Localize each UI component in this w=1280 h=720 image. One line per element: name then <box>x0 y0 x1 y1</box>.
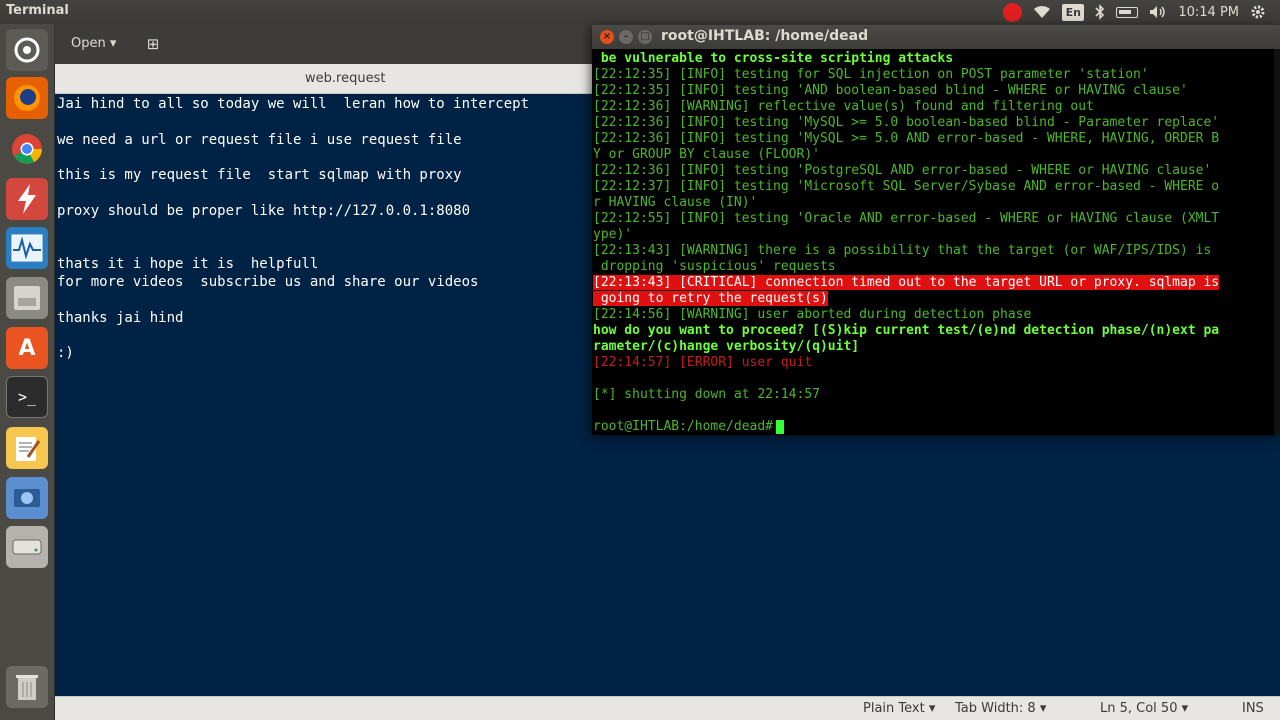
terminal-cursor <box>776 419 785 434</box>
terminal-line-text: dropping 'suspicious' requests <box>593 259 836 274</box>
terminal-line-text: be vulnerable to cross-site scripting at… <box>593 51 954 66</box>
chrome-icon[interactable] <box>6 128 48 170</box>
minimize-window-icon[interactable]: – <box>619 30 633 44</box>
screenshot-icon[interactable] <box>6 477 48 519</box>
terminal-line: [22:12:37] [INFO] testing 'Microsoft SQL… <box>593 179 1273 195</box>
terminal-line-text: how do you want to proceed? [(S)kip curr… <box>593 323 1220 338</box>
terminal-line-text: [*] shutting down at 22:14:57 <box>593 387 820 402</box>
terminal-line: [22:12:36] [INFO] testing 'MySQL >= 5.0 … <box>593 115 1273 131</box>
terminal-line-text: [22:14:56] [WARNING] user aborted during… <box>593 307 1032 322</box>
open-button-label: Open <box>71 36 106 51</box>
terminal-line: be vulnerable to cross-site scripting at… <box>593 51 1273 67</box>
app-title: Terminal <box>6 3 69 18</box>
terminal-line: [22:12:35] [INFO] testing 'AND boolean-b… <box>593 83 1273 99</box>
terminal-prompt: root@IHTLAB:/home/dead# <box>593 419 774 434</box>
close-window-icon[interactable]: × <box>600 30 614 44</box>
volume-icon[interactable] <box>1149 0 1167 24</box>
terminal-line-text: [22:12:35] [INFO] testing 'AND boolean-b… <box>593 83 1188 98</box>
software-center-icon[interactable]: A <box>6 327 48 369</box>
text-editor-icon[interactable] <box>6 427 48 469</box>
terminal-line-text: going to retry the request(s) <box>593 291 828 306</box>
keyboard-language-indicator[interactable]: En <box>1062 3 1085 21</box>
open-button[interactable]: Open ▾ <box>65 33 122 55</box>
maximize-window-icon[interactable]: □ <box>638 30 652 44</box>
editor-statusbar: Plain Text ▾ Tab Width: 8 ▾ Ln 5, Col 50… <box>55 696 1280 720</box>
indicator-area: En 10:14 PM <box>1003 0 1280 24</box>
terminal-line-text: r HAVING clause (IN)' <box>593 195 758 210</box>
terminal-line: [22:14:57] [ERROR] user quit <box>593 355 1273 371</box>
terminal-line-text: [22:12:37] [INFO] testing 'Microsoft SQL… <box>593 179 1220 194</box>
firefox-icon[interactable] <box>6 77 48 119</box>
terminal-prompt-line[interactable]: root@IHTLAB:/home/dead# <box>593 419 1273 435</box>
terminal-titlebar[interactable]: × – □ root@IHTLAB: /home/dead <box>592 25 1280 49</box>
terminal-window: × – □ root@IHTLAB: /home/dead be vulnera… <box>592 25 1280 435</box>
language-mode-label: Plain Text <box>863 701 925 716</box>
settings-gear-icon[interactable] <box>1250 0 1266 24</box>
terminal-line: [22:13:43] [CRITICAL] connection timed o… <box>593 275 1273 291</box>
record-indicator-icon[interactable] <box>1003 0 1023 24</box>
terminal-line-text: [22:12:35] [INFO] testing for SQL inject… <box>593 67 1149 82</box>
terminal-line: ype)' <box>593 227 1273 243</box>
terminal-line: [22:12:36] [WARNING] reflective value(s)… <box>593 99 1273 115</box>
terminal-line: dropping 'suspicious' requests <box>593 259 1273 275</box>
terminal-icon[interactable]: >_ <box>6 376 48 418</box>
chevron-down-icon: ▾ <box>1039 701 1047 716</box>
cursor-position[interactable]: Ln 5, Col 50 ▾ <box>1100 701 1188 716</box>
tab-width-label: Tab Width: 8 <box>955 701 1036 716</box>
files-icon[interactable] <box>6 277 48 319</box>
system-monitor-icon[interactable] <box>6 227 48 269</box>
terminal-line-text: [22:12:55] [INFO] testing 'Oracle AND er… <box>593 211 1220 226</box>
terminal-line: [22:12:36] [INFO] testing 'PostgreSQL AN… <box>593 163 1273 179</box>
terminal-line: going to retry the request(s) <box>593 291 1273 307</box>
lightning-icon[interactable] <box>6 178 48 220</box>
new-document-icon: ⊞ <box>146 35 160 53</box>
trash-icon[interactable] <box>6 666 48 708</box>
terminal-line-text: [22:12:36] [WARNING] reflective value(s)… <box>593 99 1094 114</box>
chevron-down-icon: ▾ <box>928 701 936 716</box>
terminal-line-text: Y or GROUP BY clause (FLOOR)' <box>593 147 820 162</box>
terminal-line: [22:12:36] [INFO] testing 'MySQL >= 5.0 … <box>593 131 1273 147</box>
terminal-line-text: [22:12:36] [INFO] testing 'MySQL >= 5.0 … <box>593 131 1220 146</box>
terminal-line-text: [22:12:36] [INFO] testing 'PostgreSQL AN… <box>593 163 1212 178</box>
terminal-line: [*] shutting down at 22:14:57 <box>593 387 1273 403</box>
insert-mode-indicator: INS <box>1242 701 1264 716</box>
cursor-position-label: Ln 5, Col 50 <box>1100 701 1178 716</box>
terminal-line: how do you want to proceed? [(S)kip curr… <box>593 323 1273 339</box>
drive-icon[interactable] <box>6 526 48 568</box>
terminal-line: [22:12:55] [INFO] testing 'Oracle AND er… <box>593 211 1273 227</box>
terminal-line-text: [22:12:36] [INFO] testing 'MySQL >= 5.0 … <box>593 115 1220 130</box>
terminal-line: [22:14:56] [WARNING] user aborted during… <box>593 307 1273 323</box>
chevron-down-icon: ▾ <box>1181 701 1189 716</box>
new-document-button[interactable]: ⊞ <box>143 34 163 54</box>
terminal-line: rameter/(c)hange verbosity/(q)uit] <box>593 339 1273 355</box>
dash-icon[interactable] <box>6 29 48 71</box>
launcher: A >_ <box>0 24 55 720</box>
terminal-line: [22:12:35] [INFO] testing for SQL inject… <box>593 67 1273 83</box>
wifi-icon[interactable] <box>1033 0 1051 24</box>
terminal-line: Y or GROUP BY clause (FLOOR)' <box>593 147 1273 163</box>
terminal-output[interactable]: be vulnerable to cross-site scripting at… <box>593 51 1273 435</box>
battery-icon[interactable] <box>1116 0 1139 24</box>
terminal-title: root@IHTLAB: /home/dead <box>661 28 869 44</box>
terminal-line-text: rameter/(c)hange verbosity/(q)uit] <box>593 339 860 354</box>
document-title[interactable]: web.request <box>305 71 385 86</box>
terminal-line-text: [22:13:43] [WARNING] there is a possibil… <box>593 243 1212 258</box>
language-mode-dropdown[interactable]: Plain Text ▾ <box>863 701 935 716</box>
terminal-line-text: [22:14:57] [ERROR] user quit <box>593 355 813 370</box>
terminal-scrollbar[interactable] <box>1274 49 1280 435</box>
chevron-down-icon: ▾ <box>109 36 117 51</box>
top-panel: Terminal En 10:14 PM <box>0 0 1280 24</box>
tab-width-dropdown[interactable]: Tab Width: 8 ▾ <box>955 701 1046 716</box>
terminal-line: r HAVING clause (IN)' <box>593 195 1273 211</box>
clock[interactable]: 10:14 PM <box>1178 0 1239 24</box>
terminal-line-text: [22:13:43] [CRITICAL] connection timed o… <box>593 275 1220 290</box>
terminal-line-text: ype)' <box>593 227 633 242</box>
bluetooth-icon[interactable] <box>1095 0 1105 24</box>
terminal-line: [22:13:43] [WARNING] there is a possibil… <box>593 243 1273 259</box>
